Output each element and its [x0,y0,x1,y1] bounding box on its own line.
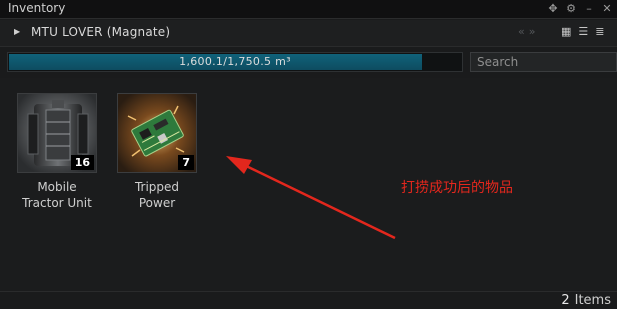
view-mode-icons: ▦ ☰ ≣ [561,26,605,38]
inventory-items-area[interactable]: 16 Mobile Tractor Unit 7 Tripped Power [0,78,617,291]
close-icon[interactable]: ✕ [601,1,613,17]
item-label: Mobile Tractor Unit [12,179,102,211]
expand-caret-icon[interactable]: ▶ [14,27,20,36]
move-icon[interactable]: ✥ [547,1,559,17]
ship-name: MTU LOVER (Magnate) [31,25,171,39]
status-footer: 2 Items [0,291,617,309]
details-view-icon[interactable]: ≣ [595,26,604,38]
item-label-line2: Tractor Unit [22,196,92,210]
window-titlebar[interactable]: Inventory ✥ ⚙ – ✕ [0,0,617,19]
item-count-number: 2 [561,293,570,308]
item-label-line1: Tripped [134,180,180,194]
item-quantity: 16 [70,155,94,170]
capacity-text: 1,600.1/1,750.5 m³ [179,55,291,68]
window-title: Inventory [8,1,66,15]
search-input[interactable] [470,52,617,72]
history-nav: «» [518,25,539,38]
back-arrow-icon[interactable]: « [518,25,529,38]
forward-arrow-icon[interactable]: » [529,25,540,38]
item-count-unit: Items [574,293,611,308]
tripped-power-circuit-icon: 7 [117,93,197,173]
item-quantity: 7 [178,155,194,170]
item-count: 2 Items [561,293,611,308]
item-label-line1: Mobile [37,180,77,194]
ship-container-row[interactable]: ▶ MTU LOVER (Magnate) «» ▦ ☰ ≣ [0,20,617,47]
list-view-icon[interactable]: ☰ [578,26,588,38]
settings-icon[interactable]: ⚙ [565,1,577,17]
annotation-text: 打捞成功后的物品 [401,180,513,196]
window-controls: ✥ ⚙ – ✕ [547,1,613,17]
item-label-line2: Power [138,196,176,210]
grid-view-icon[interactable]: ▦ [561,26,571,38]
minimize-icon[interactable]: – [583,1,595,17]
capacity-bar: 1,600.1/1,750.5 m³ [7,52,463,72]
mobile-tractor-unit-icon: 16 [17,93,97,173]
item-label: Tripped Power [112,179,202,211]
